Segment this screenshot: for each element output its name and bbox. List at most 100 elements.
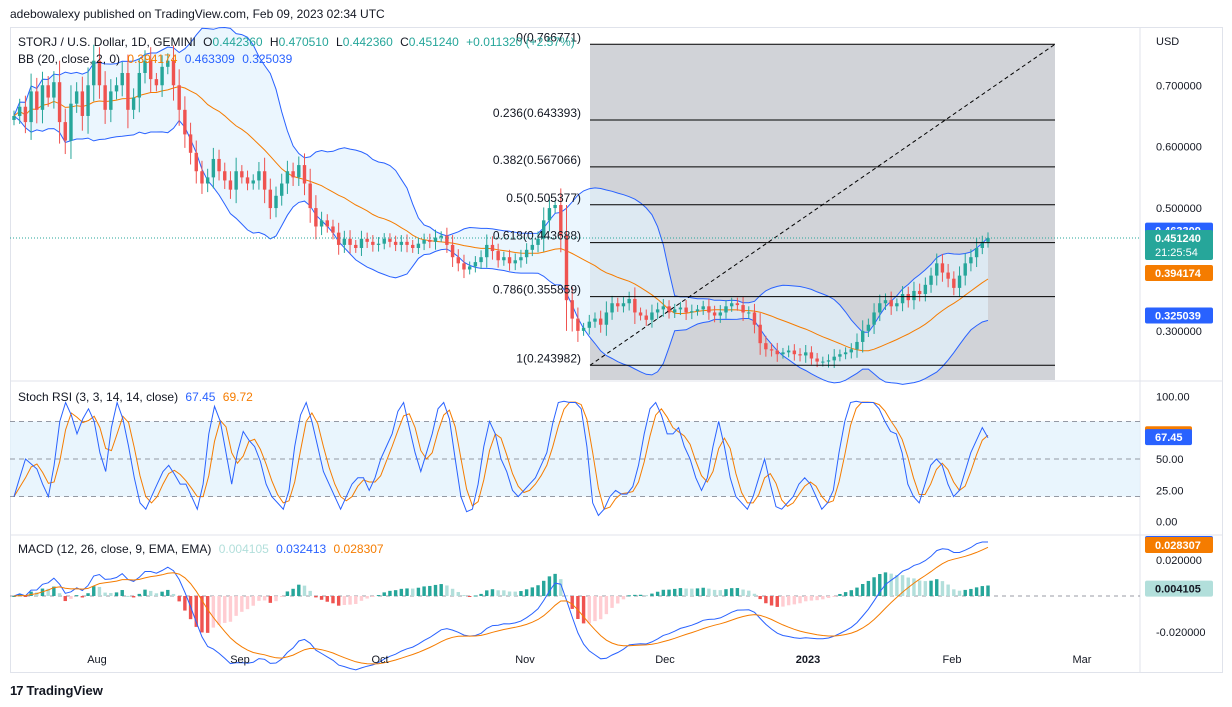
- macd-histogram-bar[interactable]: [684, 588, 688, 596]
- candle-body[interactable]: [712, 312, 717, 316]
- candle-body[interactable]: [371, 241, 375, 245]
- macd-histogram-bar[interactable]: [490, 589, 495, 596]
- macd-histogram-bar[interactable]: [843, 592, 848, 596]
- macd-line[interactable]: [13, 541, 988, 671]
- candle-body[interactable]: [467, 266, 472, 270]
- macd-histogram-bar[interactable]: [433, 584, 438, 596]
- macd-histogram-bar[interactable]: [416, 587, 421, 596]
- candle-body[interactable]: [160, 66, 164, 86]
- candle-body[interactable]: [462, 263, 466, 270]
- candle-body[interactable]: [604, 312, 609, 325]
- macd-histogram-bar[interactable]: [314, 596, 318, 598]
- macd-histogram-bar[interactable]: [148, 590, 153, 596]
- candle-body[interactable]: [297, 165, 301, 178]
- candle-body[interactable]: [496, 251, 500, 261]
- macd-histogram-bar[interactable]: [581, 596, 586, 624]
- candle-body[interactable]: [809, 352, 814, 359]
- candle-body[interactable]: [29, 91, 33, 123]
- candle-body[interactable]: [479, 257, 483, 263]
- macd-histogram-bar[interactable]: [849, 590, 854, 596]
- macd-histogram-bar[interactable]: [980, 586, 985, 596]
- candle-body[interactable]: [644, 315, 648, 320]
- macd-histogram-bar[interactable]: [519, 591, 523, 596]
- macd-histogram-bar[interactable]: [889, 573, 893, 596]
- macd-histogram-bar[interactable]: [974, 587, 979, 596]
- macd-histogram-bar[interactable]: [872, 577, 876, 596]
- candle-body[interactable]: [114, 85, 119, 92]
- macd-histogram-bar[interactable]: [297, 584, 301, 596]
- macd-histogram-bar[interactable]: [376, 595, 381, 597]
- candle-body[interactable]: [832, 356, 836, 361]
- candle-body[interactable]: [302, 165, 307, 184]
- candle-body[interactable]: [348, 238, 352, 245]
- candle-body[interactable]: [553, 205, 557, 209]
- macd-histogram-bar[interactable]: [952, 589, 956, 596]
- macd-histogram-bar[interactable]: [348, 596, 352, 605]
- macd-histogram-bar[interactable]: [120, 590, 124, 596]
- macd-histogram-bar[interactable]: [616, 596, 620, 604]
- macd-histogram-bar[interactable]: [285, 591, 290, 596]
- macd-histogram-bar[interactable]: [940, 581, 945, 596]
- macd-histogram-bar[interactable]: [154, 593, 159, 596]
- macd-histogram-bar[interactable]: [621, 596, 626, 600]
- candle-body[interactable]: [109, 91, 113, 110]
- macd-histogram-bar[interactable]: [633, 594, 637, 596]
- candle-body[interactable]: [855, 341, 859, 350]
- candle-body[interactable]: [234, 171, 238, 190]
- candle-body[interactable]: [969, 257, 973, 264]
- candle-body[interactable]: [223, 171, 227, 181]
- candle-body[interactable]: [177, 85, 181, 110]
- macd-histogram-bar[interactable]: [860, 584, 865, 596]
- macd-histogram-bar[interactable]: [752, 593, 757, 596]
- candle-body[interactable]: [735, 303, 740, 306]
- candle-body[interactable]: [422, 240, 426, 244]
- macd-histogram-bar[interactable]: [103, 592, 107, 596]
- candle-body[interactable]: [889, 300, 893, 307]
- candle-body[interactable]: [724, 306, 728, 313]
- macd-histogram-bar[interactable]: [137, 593, 142, 596]
- candle-body[interactable]: [131, 97, 136, 110]
- macd-histogram-bar[interactable]: [804, 596, 808, 602]
- macd-histogram-bar[interactable]: [57, 593, 62, 596]
- candle-body[interactable]: [359, 238, 364, 248]
- candle-body[interactable]: [80, 91, 85, 116]
- macd-histogram-bar[interactable]: [405, 588, 409, 596]
- candle-body[interactable]: [57, 82, 62, 123]
- macd-histogram-bar[interactable]: [336, 596, 341, 606]
- macd-histogram-bar[interactable]: [439, 584, 443, 596]
- macd-histogram-bar[interactable]: [661, 589, 666, 596]
- macd-histogram-bar[interactable]: [69, 596, 73, 599]
- macd-histogram-bar[interactable]: [223, 596, 227, 623]
- macd-histogram-bar[interactable]: [177, 596, 181, 602]
- macd-histogram-bar[interactable]: [399, 588, 404, 596]
- candle-body[interactable]: [650, 312, 654, 320]
- candle-body[interactable]: [183, 109, 187, 135]
- macd-histogram-bar[interactable]: [610, 596, 614, 608]
- macd-histogram-bar[interactable]: [542, 580, 546, 596]
- macd-histogram-bar[interactable]: [912, 578, 916, 596]
- candle-body[interactable]: [23, 106, 28, 123]
- candle-body[interactable]: [661, 306, 666, 310]
- macd-histogram-bar[interactable]: [291, 588, 295, 596]
- candle-body[interactable]: [365, 238, 369, 242]
- candle-body[interactable]: [211, 158, 216, 178]
- macd-histogram-bar[interactable]: [143, 589, 147, 596]
- macd-histogram-bar[interactable]: [257, 596, 261, 601]
- macd-histogram-bar[interactable]: [712, 589, 717, 596]
- candle-body[interactable]: [815, 358, 819, 362]
- candle-body[interactable]: [513, 260, 517, 264]
- macd-histogram-bar[interactable]: [109, 592, 113, 596]
- macd-histogram-bar[interactable]: [690, 588, 694, 596]
- candle-body[interactable]: [906, 294, 910, 301]
- macd-histogram-bar[interactable]: [228, 596, 233, 622]
- macd-histogram-bar[interactable]: [707, 588, 711, 596]
- macd-histogram-bar[interactable]: [74, 595, 79, 597]
- macd-histogram-bar[interactable]: [866, 580, 871, 596]
- macd-histogram-bar[interactable]: [211, 596, 216, 628]
- macd-histogram-bar[interactable]: [758, 596, 762, 600]
- macd-histogram-bar[interactable]: [895, 574, 899, 596]
- macd-histogram-bar[interactable]: [718, 590, 723, 596]
- macd-histogram-bar[interactable]: [735, 588, 740, 596]
- macd-histogram-bar[interactable]: [496, 590, 500, 596]
- candle-body[interactable]: [912, 290, 916, 301]
